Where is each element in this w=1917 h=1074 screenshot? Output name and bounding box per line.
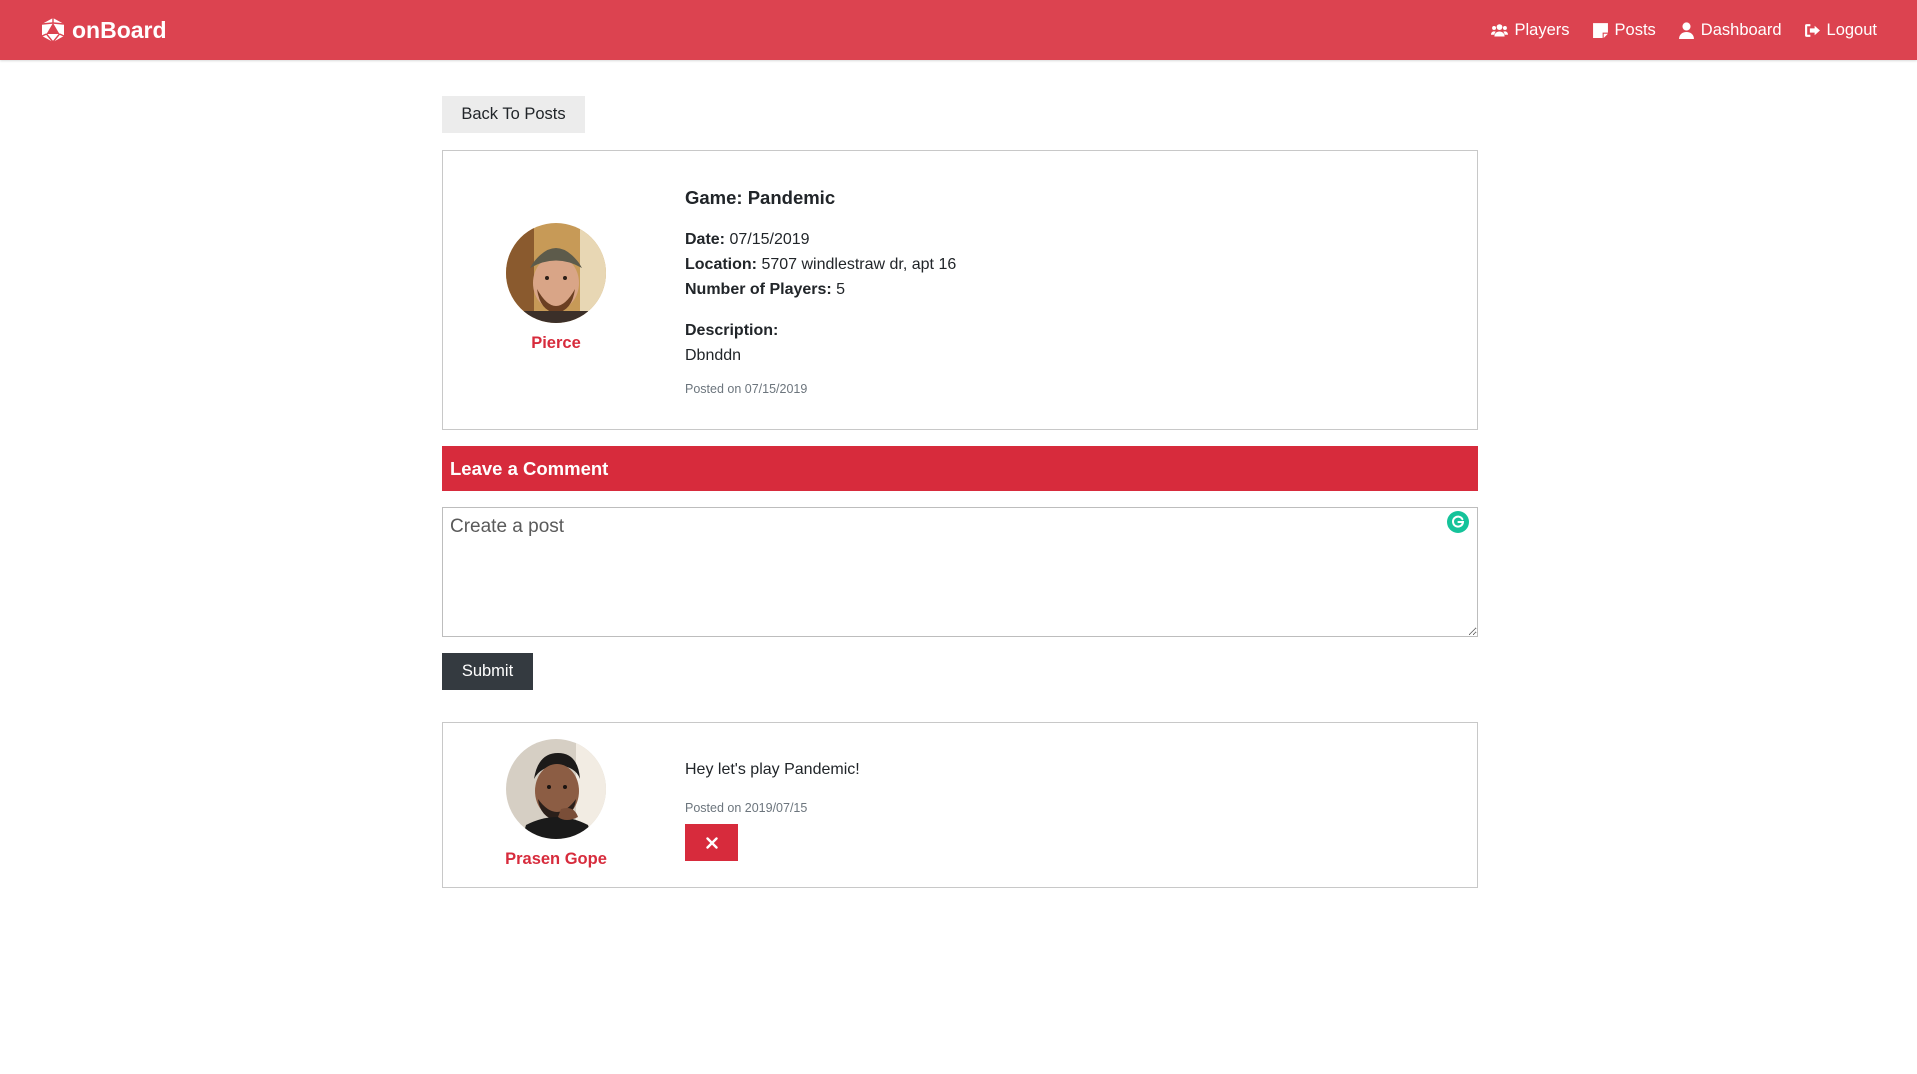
field-value: 07/15/2019 — [729, 231, 810, 248]
field-value: 5707 windlestraw dr, apt 16 — [761, 256, 957, 273]
comment-timestamp: Posted on 2019/07/15 — [685, 801, 808, 815]
d20-dice-icon — [41, 18, 65, 43]
post-timestamp: Posted on 07/15/2019 — [685, 382, 808, 396]
comment-input[interactable] — [442, 507, 1478, 637]
sign-out-icon — [1804, 23, 1820, 37]
field-value: 5 — [836, 281, 846, 298]
grammarly-g-icon — [1452, 515, 1465, 528]
comment-text: Hey let's play Pandemic! — [685, 761, 860, 778]
post-author: Pierce — [443, 223, 669, 353]
user-icon — [1678, 21, 1694, 39]
author-name[interactable]: Prasen Gope — [505, 850, 607, 869]
post-date: Date: 07/15/2019 — [685, 227, 1457, 252]
post-game-title: Game: Pandemic — [685, 187, 836, 208]
post-number-of-players: Number of Players: 5 — [685, 277, 1457, 302]
comment-content: Hey let's play Pandemic! Posted on 2019/… — [685, 761, 860, 861]
nav-link-players[interactable]: Players — [1491, 20, 1570, 40]
delete-comment-button[interactable] — [685, 824, 738, 861]
comment-author: Prasen Gope — [443, 739, 669, 869]
description-label: Description: — [685, 322, 779, 339]
commenter-photo-icon — [506, 739, 606, 839]
nav-links: Players Posts Dashboard Logout — [1491, 21, 1877, 40]
nav-link-dashboard[interactable]: Dashboard — [1678, 21, 1782, 40]
post-details: Game: Pandemic Date: 07/15/2019 Location… — [685, 187, 1457, 396]
nav-link-label: Posts — [1614, 20, 1656, 39]
nav-link-label: Players — [1514, 20, 1570, 39]
nav-link-label: Logout — [1826, 20, 1877, 39]
author-photo-icon — [506, 223, 606, 323]
submit-button[interactable]: Submit — [442, 653, 533, 690]
nav-link-label: Dashboard — [1700, 20, 1782, 39]
nav-link-posts[interactable]: Posts — [1592, 21, 1656, 40]
field-label: Number of Players: — [685, 281, 832, 298]
nav-link-logout[interactable]: Logout — [1804, 21, 1877, 40]
field-label: Date: — [685, 231, 726, 248]
grammarly-icon[interactable] — [1447, 511, 1469, 533]
author-name[interactable]: Pierce — [531, 334, 581, 353]
field-label: Location: — [685, 256, 757, 273]
users-icon — [1491, 23, 1509, 36]
times-icon — [705, 836, 718, 849]
sticky-note-icon — [1592, 22, 1608, 38]
leave-comment-header: Leave a Comment — [442, 446, 1478, 491]
avatar[interactable] — [506, 739, 606, 839]
navbar: onBoard Players Posts Dashboard Logout — [0, 0, 1917, 60]
post-location: Location: 5707 windlestraw dr, apt 16 — [685, 252, 1457, 277]
back-to-posts-button[interactable]: Back To Posts — [442, 96, 585, 133]
comment-card: Prasen Gope Hey let's play Pandemic! Pos… — [442, 722, 1478, 888]
brand-link[interactable]: onBoard — [40, 17, 167, 44]
brand-name: onBoard — [72, 16, 167, 43]
description-text: Dbnddn — [685, 347, 742, 364]
post-card: Pierce Game: Pandemic Date: 07/15/2019 L… — [442, 150, 1478, 430]
avatar[interactable] — [506, 223, 606, 323]
